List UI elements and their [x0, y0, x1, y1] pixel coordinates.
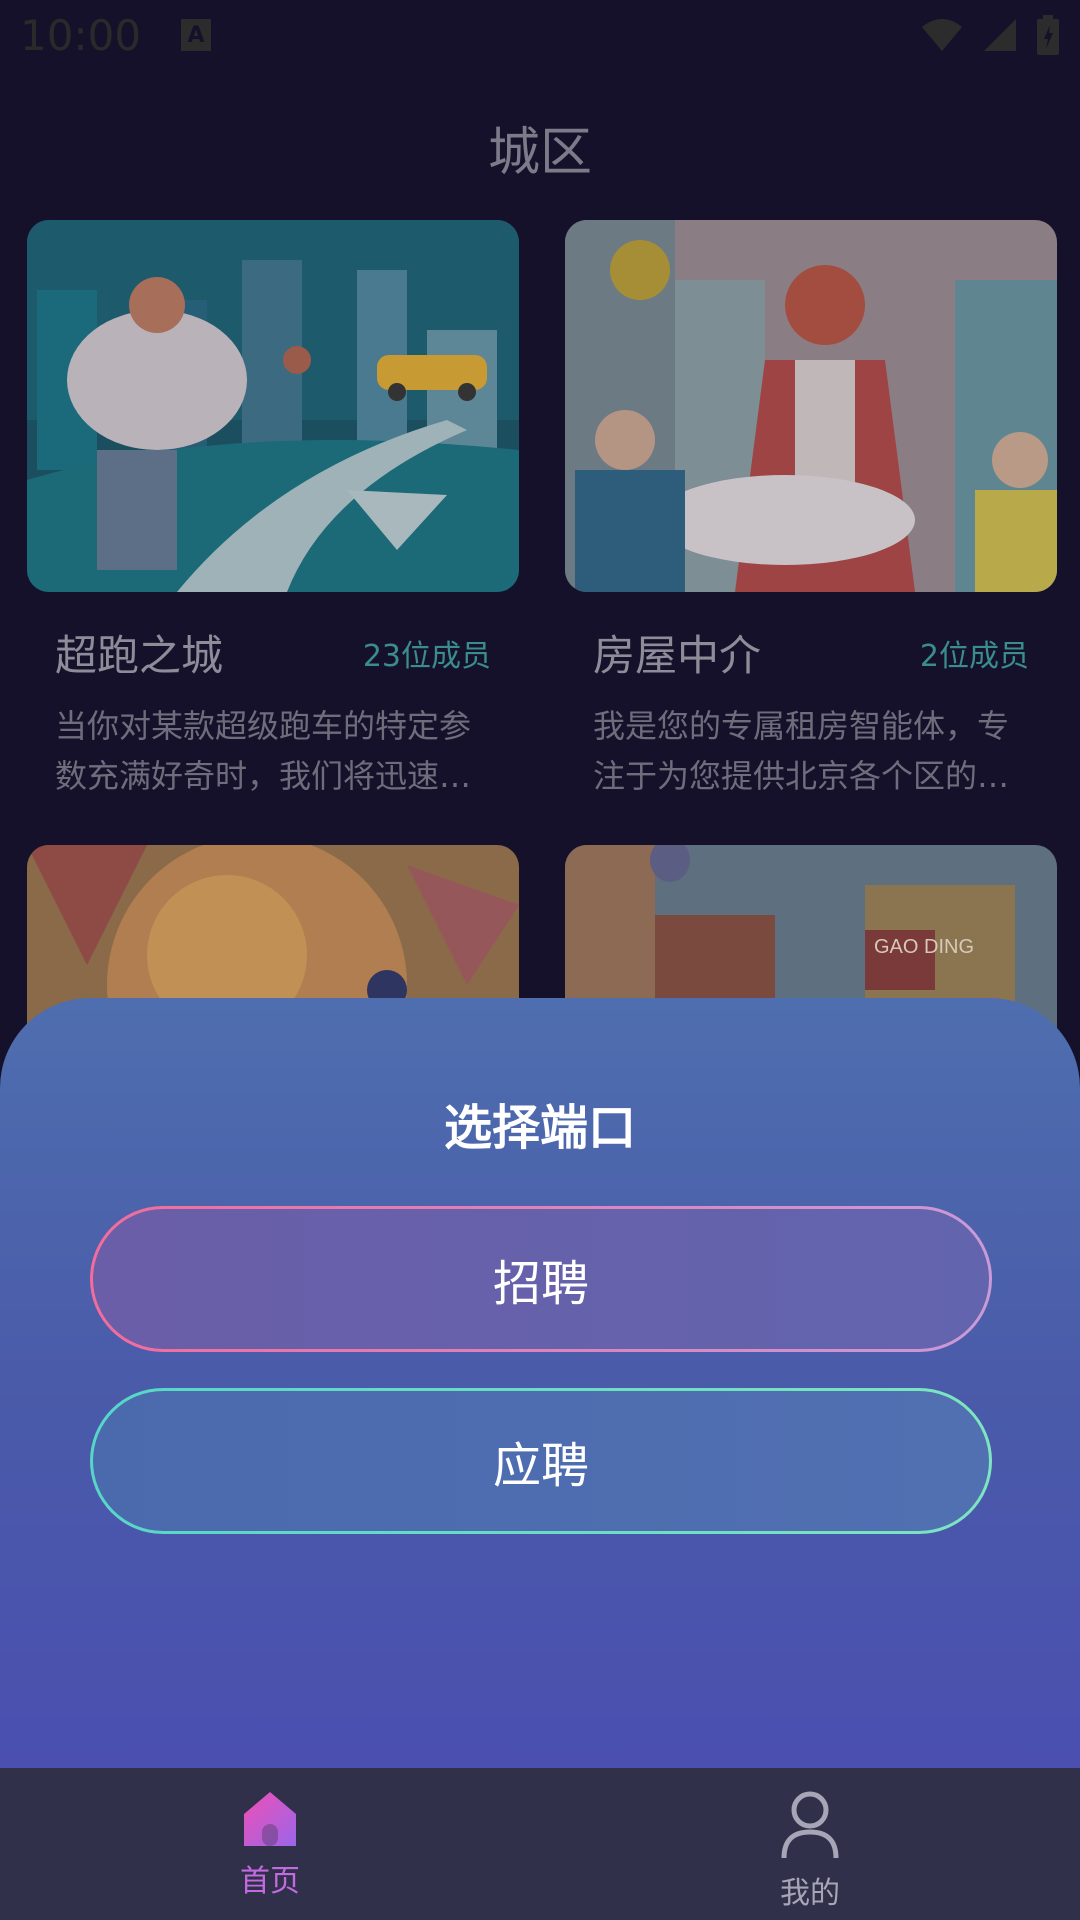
nav-item-home[interactable]: 首页 — [0, 1768, 540, 1920]
home-icon — [244, 1792, 296, 1846]
sheet-title: 选择端口 — [443, 1100, 636, 1156]
user-icon — [781, 1791, 839, 1859]
bottom-nav: 首页 我的 — [0, 1768, 1080, 1920]
nav-label-home: 首页 — [240, 1864, 300, 1899]
recruit-button[interactable]: 招聘 — [90, 1206, 992, 1352]
nav-label-mine: 我的 — [780, 1876, 840, 1911]
port-selection-sheet: 选择端口 招聘 应聘 — [0, 998, 1080, 1768]
nav-item-mine[interactable]: 我的 — [540, 1768, 1080, 1920]
apply-button[interactable]: 应聘 — [90, 1388, 992, 1534]
